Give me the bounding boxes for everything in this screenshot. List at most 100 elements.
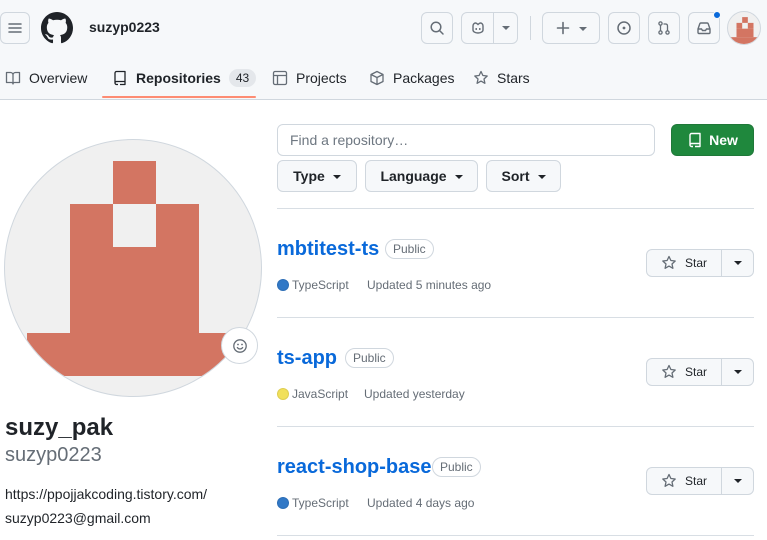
star-icon (474, 70, 488, 84)
inbox-icon (697, 22, 711, 35)
find-repository-input[interactable] (277, 124, 655, 156)
chevron-down-icon (537, 175, 546, 179)
hamburger-icon (8, 23, 22, 33)
repo-language: TypeScript (292, 496, 349, 510)
star-list-dropdown[interactable] (722, 359, 753, 385)
star-button-label: Star (684, 474, 707, 488)
star-list-dropdown[interactable] (722, 250, 753, 276)
copilot-icon (471, 22, 484, 34)
star-button-group: Star (646, 358, 754, 386)
star-button[interactable]: Star (647, 250, 722, 276)
create-new-button[interactable] (542, 12, 600, 44)
tab-stars[interactable]: Stars (473, 56, 530, 99)
header-username[interactable]: suzyp0223 (89, 19, 160, 35)
repo-updated: Updated 5 minutes ago (367, 278, 492, 292)
visibility-badge: Public (345, 348, 394, 368)
hamburger-menu-button[interactable] (0, 12, 30, 44)
search-icon (430, 21, 444, 35)
profile-fullname: suzy_pak (5, 414, 114, 441)
app-header: suzyp0223 (0, 0, 767, 56)
chevron-down-icon (579, 27, 587, 31)
plus-icon (556, 21, 570, 35)
chevron-down-icon (733, 479, 742, 483)
star-button-label: Star (684, 365, 707, 379)
tab-repositories[interactable]: Repositories 43 (112, 56, 257, 99)
book-icon (5, 71, 21, 85)
list-divider (277, 426, 754, 427)
star-list-dropdown[interactable] (722, 468, 753, 494)
language-filter-label: Language (380, 168, 447, 184)
language-color-dot (277, 497, 289, 509)
repo-icon (689, 132, 701, 148)
repo-language: JavaScript (292, 387, 349, 401)
sort-label: Sort (501, 168, 530, 184)
profile-website-link[interactable]: https://ppojjakcoding.tistory.com/ (5, 486, 207, 502)
set-status-button[interactable] (221, 327, 258, 364)
tab-repositories-label: Repositories (136, 69, 221, 86)
repo-updated: Updated 4 days ago (367, 496, 475, 510)
repo-name-link[interactable]: react-shop-base (277, 456, 432, 479)
star-button-group: Star (646, 249, 754, 277)
list-divider (277, 317, 754, 318)
star-button-label: Star (684, 256, 707, 270)
list-divider (277, 535, 754, 536)
tab-projects-label: Projects (296, 69, 347, 86)
profile-tab-nav: Overview Repositories 43 Projects Packag… (0, 56, 767, 100)
profile-login: suzyp0223 (5, 444, 102, 466)
smiley-icon (232, 338, 247, 353)
package-icon (370, 70, 384, 85)
pull-requests-button[interactable] (648, 12, 680, 44)
copilot-button[interactable] (462, 13, 494, 43)
identicon-image (729, 17, 760, 44)
star-icon (662, 255, 676, 269)
repo-count-badge: 43 (228, 68, 257, 87)
star-button-group: Star (646, 467, 754, 495)
star-button[interactable]: Star (647, 359, 722, 385)
star-icon (662, 364, 676, 378)
tab-overview[interactable]: Overview (5, 56, 87, 99)
github-logo-link[interactable] (41, 12, 73, 44)
star-button[interactable]: Star (647, 468, 722, 494)
notification-indicator (713, 11, 721, 19)
chevron-down-icon (454, 175, 463, 179)
tab-stars-label: Stars (497, 69, 530, 86)
identicon-image (27, 161, 242, 376)
visibility-badge: Public (432, 457, 481, 477)
language-color-dot (277, 388, 289, 400)
chevron-down-icon (733, 370, 742, 374)
copilot-button-group (461, 12, 518, 44)
star-icon (662, 473, 676, 487)
profile-avatar[interactable] (4, 139, 262, 397)
search-button[interactable] (421, 12, 453, 44)
avatar[interactable] (727, 11, 761, 45)
chevron-down-icon (332, 175, 341, 179)
github-logo-icon (41, 12, 73, 44)
issues-button[interactable] (608, 12, 640, 44)
issue-icon (617, 21, 631, 35)
repo-icon (114, 70, 126, 85)
list-divider (277, 208, 754, 209)
new-button-label: New (709, 132, 738, 148)
profile-email-link[interactable]: suzyp0223@gmail.com (5, 510, 151, 526)
tab-projects[interactable]: Projects (272, 56, 347, 99)
selected-tab-indicator (102, 96, 256, 98)
tab-overview-label: Overview (29, 69, 88, 86)
repo-updated: Updated yesterday (364, 387, 465, 401)
chevron-down-icon (733, 261, 742, 265)
sort-dropdown[interactable]: Sort (486, 160, 561, 192)
tab-packages[interactable]: Packages (369, 56, 454, 99)
visibility-badge: Public (385, 239, 434, 259)
repo-name-link[interactable]: ts-app (277, 347, 337, 370)
copilot-dropdown-button[interactable] (494, 13, 518, 43)
header-divider (530, 16, 531, 40)
repo-language: TypeScript (292, 278, 349, 292)
pull-request-icon (658, 21, 670, 35)
table-icon (272, 70, 288, 85)
type-filter-dropdown[interactable]: Type (277, 160, 357, 192)
language-color-dot (277, 279, 289, 291)
language-filter-dropdown[interactable]: Language (365, 160, 478, 192)
repo-name-link[interactable]: mbtitest-ts (277, 238, 379, 261)
chevron-down-icon (502, 26, 510, 30)
new-repository-button[interactable]: New (671, 124, 754, 156)
type-filter-label: Type (293, 168, 325, 184)
